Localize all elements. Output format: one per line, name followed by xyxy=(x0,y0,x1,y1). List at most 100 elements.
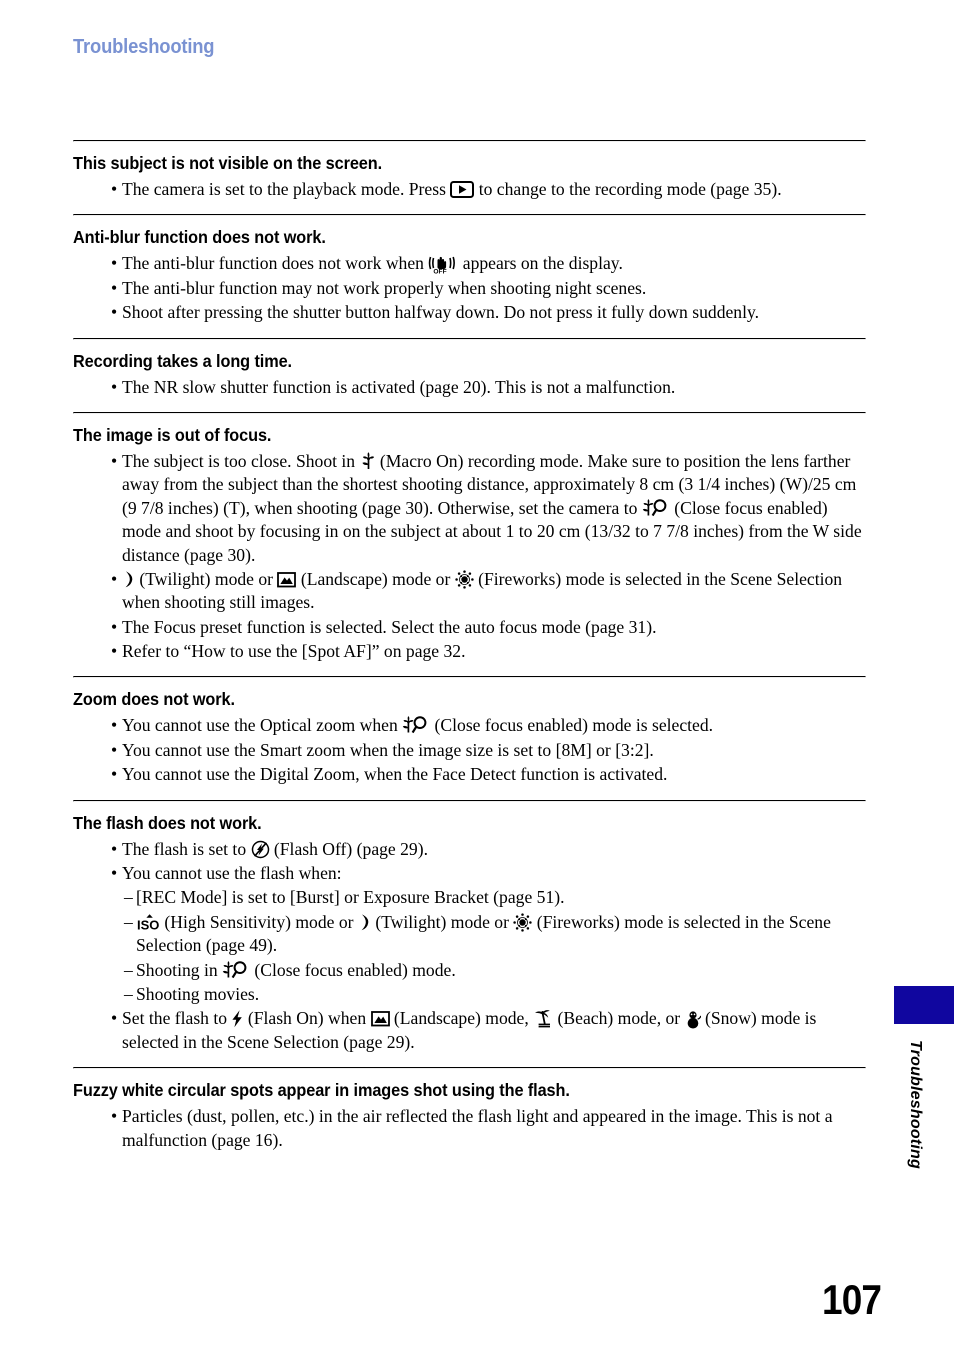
text-run: to change to the recording mode (page 35… xyxy=(474,179,782,199)
item-text: Shoot after pressing the shutter button … xyxy=(122,301,864,324)
item-text: Particles (dust, pollen, etc.) in the ai… xyxy=(122,1105,864,1152)
bullet-marker: • xyxy=(111,641,118,662)
text-run: The anti-blur function may not work prop… xyxy=(122,277,647,298)
section-divider xyxy=(73,214,866,217)
troubleshooting-section: Recording takes a long time. • The NR slow… xyxy=(73,351,864,399)
running-head: Troubleshooting xyxy=(73,36,215,58)
list-item: • You cannot use the flash when: xyxy=(73,862,864,885)
list-item: • The flash is set to (Flash Off) (page 2… xyxy=(73,838,864,861)
bullet-marker: • xyxy=(111,1008,118,1029)
dash-marker: – xyxy=(124,911,133,932)
item-text: ISO (High Sensitivity) mode or (Twilight… xyxy=(136,911,864,958)
item-text: You cannot use the flash when: xyxy=(122,862,864,885)
list-item: • You cannot use the Digital Zoom, when t… xyxy=(73,763,864,786)
text-run: You cannot use the Smart zoom when the i… xyxy=(122,739,654,760)
section-title: This subject is not visible on the scree… xyxy=(73,153,383,173)
item-text: You cannot use the Digital Zoom, when th… xyxy=(122,763,864,786)
item-text: Shooting in (Close focus enabled) mode. xyxy=(136,959,864,982)
section-title: Fuzzy white circular spots appear in ima… xyxy=(73,1080,570,1101)
text-run: The anti-blur function does not work whe… xyxy=(122,253,429,274)
list-item: • Refer to “How to use the [Spot AF]” on … xyxy=(73,640,864,663)
dash-marker: – xyxy=(124,983,133,1004)
item-text: The Focus preset function is selected. S… xyxy=(122,616,864,639)
bullet-marker: • xyxy=(111,764,118,785)
item-text: The subject is too close. Shoot in (Macr… xyxy=(122,450,864,567)
manual-page: Troubleshooting This subject is not visi… xyxy=(0,0,954,1357)
list-item: • The anti-blur function does not work wh… xyxy=(73,252,864,275)
text-run: (Twilight) mode or xyxy=(370,911,514,932)
playback-button-icon xyxy=(450,181,475,198)
section-items: • The camera is set to the playback mode.… xyxy=(73,178,864,201)
twilight-icon xyxy=(358,913,371,932)
item-text: The anti-blur function does not work whe… xyxy=(122,252,864,275)
fireworks-icon xyxy=(455,570,474,589)
text-run: You cannot use the Digital Zoom, when th… xyxy=(122,764,668,785)
list-item: • You cannot use the Smart zoom when the … xyxy=(73,739,864,762)
landscape-icon xyxy=(370,1010,390,1027)
troubleshooting-section: The image is out of focus. • The subject i… xyxy=(73,425,864,664)
bullet-marker: • xyxy=(111,302,118,323)
dash-marker: – xyxy=(124,887,133,908)
section-title: Zoom does not work. xyxy=(73,689,235,710)
text-run: Shooting in xyxy=(136,959,223,980)
text-run: appears on the display. xyxy=(458,253,623,274)
anti-blur-off-icon: OFF xyxy=(428,254,458,274)
list-item: • Set the flash to (Flash On) when (Lands… xyxy=(73,1007,864,1054)
list-item: • The NR slow shutter function is activat… xyxy=(73,376,864,399)
flash-on-icon xyxy=(231,1009,243,1028)
text-run: The camera is set to the playback mode. … xyxy=(122,179,451,199)
sub-list-item: – Shooting in (Close focus enabled) mode. xyxy=(73,959,864,982)
text-run: You cannot use the flash when: xyxy=(122,863,342,884)
high-sensitivity-icon: ISO xyxy=(136,913,160,932)
sub-list-item: – Shooting movies. xyxy=(73,983,864,1006)
section-items: • The flash is set to (Flash Off) (page 2… xyxy=(73,838,864,1055)
troubleshooting-section: This subject is not visible on the scree… xyxy=(73,153,864,201)
item-text: Refer to “How to use the [Spot AF]” on p… xyxy=(122,640,864,663)
section-divider xyxy=(73,140,866,142)
list-item: • The anti-blur function may not work pro… xyxy=(73,277,864,300)
flash-off-icon xyxy=(251,840,270,859)
section-items: • You cannot use the Optical zoom when (C… xyxy=(73,714,864,786)
list-item: • Shoot after pressing the shutter button… xyxy=(73,301,864,324)
text-run: [REC Mode] is set to [Burst] or Exposure… xyxy=(136,887,565,908)
troubleshooting-section: Anti-blur function does not work. • The an… xyxy=(73,227,864,324)
section-items: • The anti-blur function does not work wh… xyxy=(73,252,864,324)
text-run: The Focus preset function is selected. S… xyxy=(122,616,657,637)
sub-list-item: – [REC Mode] is set to [Burst] or Exposur… xyxy=(73,886,864,909)
content-column: This subject is not visible on the scree… xyxy=(73,140,866,1165)
text-run: Particles (dust, pollen, etc.) in the ai… xyxy=(122,1106,833,1150)
beach-icon xyxy=(533,1009,553,1028)
item-text: The camera is set to the playback mode. … xyxy=(122,178,864,201)
section-divider xyxy=(73,337,866,340)
list-item: • The subject is too close. Shoot in (Mac… xyxy=(73,450,864,567)
landscape-icon xyxy=(277,571,297,588)
item-text: [REC Mode] is set to [Burst] or Exposure… xyxy=(136,886,864,909)
text-run: The NR slow shutter function is activate… xyxy=(122,376,676,397)
fireworks-icon xyxy=(513,913,533,932)
twilight-icon xyxy=(122,570,135,589)
section-items: • The NR slow shutter function is activat… xyxy=(73,376,864,399)
bullet-marker: • xyxy=(111,838,118,859)
item-text: Set the flash to (Flash On) when (Landsc… xyxy=(122,1007,864,1054)
list-item: • The camera is set to the playback mode.… xyxy=(73,178,864,201)
item-text: (Twilight) mode or (Landscape) mode or (… xyxy=(122,568,864,615)
text-run: Set the flash to xyxy=(122,1008,232,1029)
text-run: (Twilight) mode or xyxy=(135,568,278,589)
section-items: • The subject is too close. Shoot in (Mac… xyxy=(73,450,864,664)
section-divider xyxy=(73,676,866,679)
text-run: (Flash Off) (page 29). xyxy=(269,838,428,859)
item-text: You cannot use the Optical zoom when (Cl… xyxy=(122,714,864,737)
section-divider xyxy=(73,411,866,414)
bullet-marker: • xyxy=(111,277,118,298)
text-run: (Landscape) mode, xyxy=(389,1008,534,1029)
text-run: (Beach) mode, or xyxy=(553,1008,685,1029)
item-text: You cannot use the Smart zoom when the i… xyxy=(122,739,864,762)
text-run: Shooting movies. xyxy=(136,983,260,1004)
text-run: The flash is set to xyxy=(122,838,251,859)
section-divider xyxy=(73,1067,866,1070)
item-text: The anti-blur function may not work prop… xyxy=(122,277,864,300)
macro-on-icon xyxy=(360,452,376,471)
section-title: Anti-blur function does not work. xyxy=(73,227,326,248)
close-focus-icon xyxy=(642,498,670,518)
bullet-marker: • xyxy=(111,863,118,884)
